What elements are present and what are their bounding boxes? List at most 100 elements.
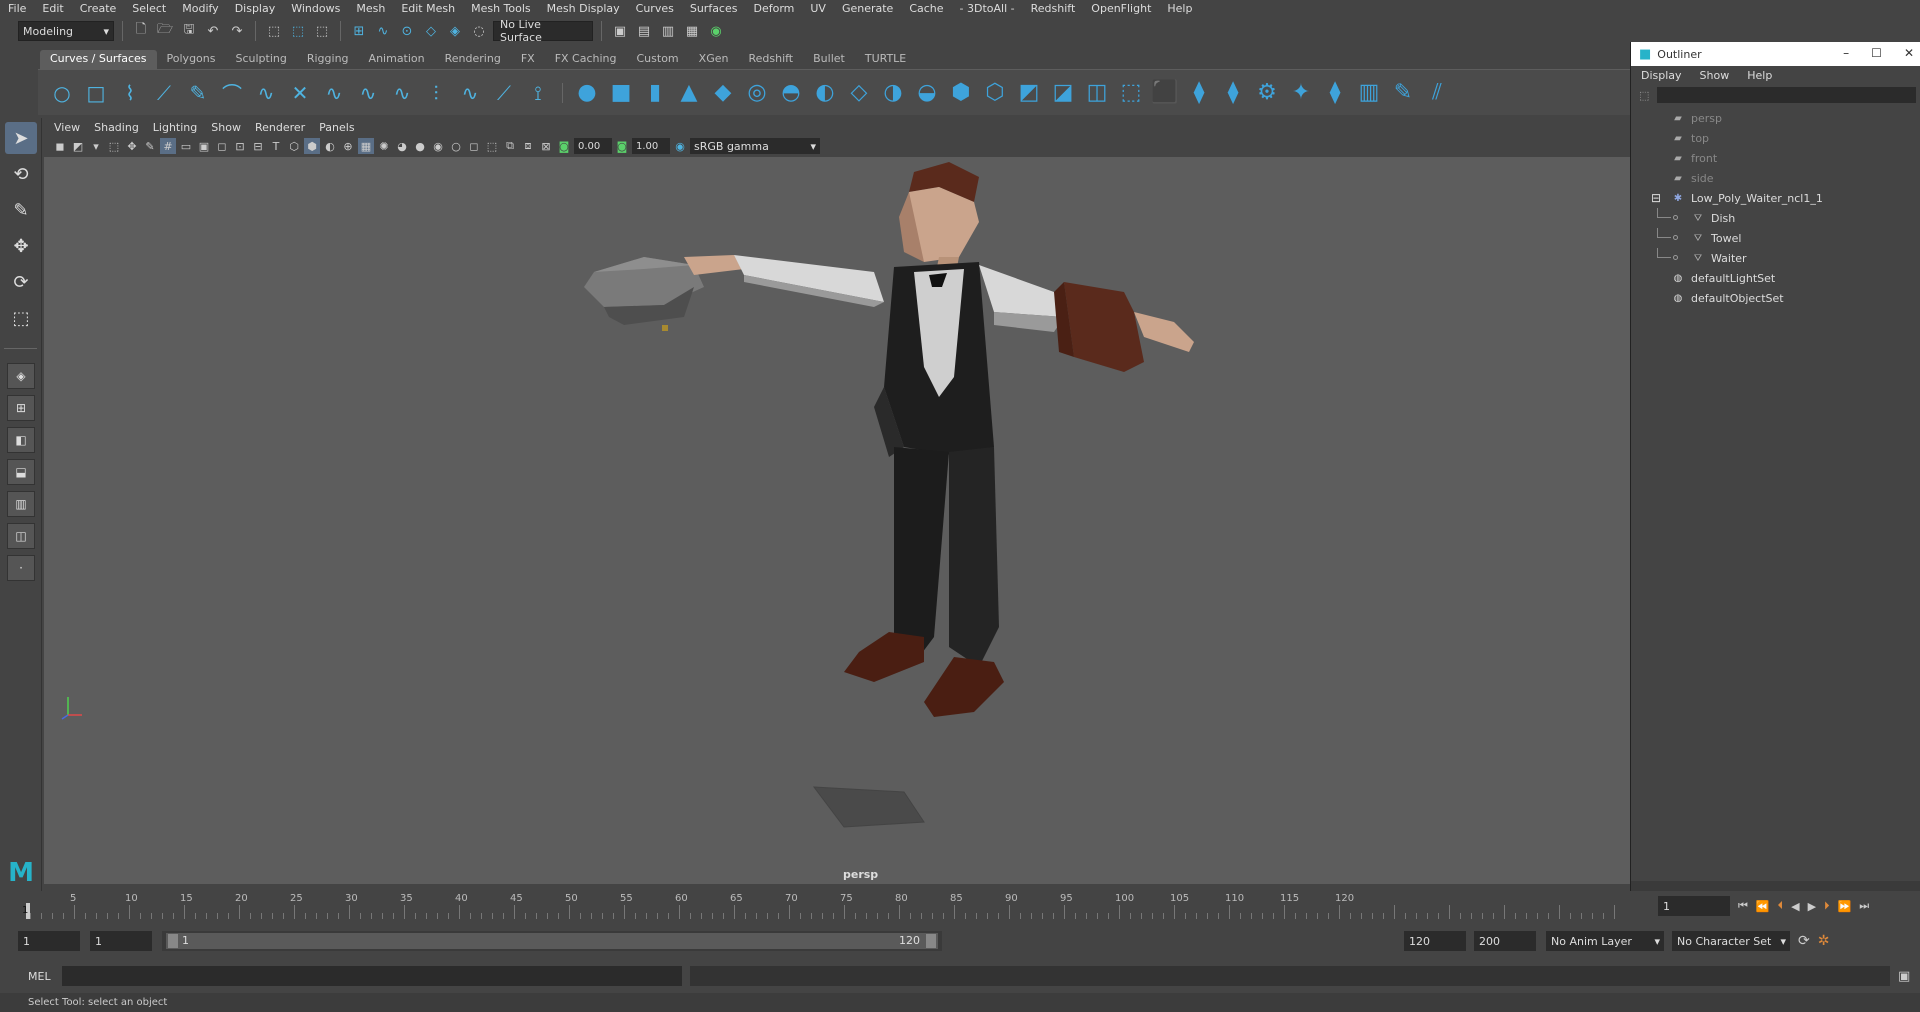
redo-icon[interactable]: ↷ xyxy=(227,21,247,41)
camera-attributes-icon[interactable]: ◩ xyxy=(70,138,86,154)
shelf-tab-bullet[interactable]: Bullet xyxy=(803,50,855,69)
animation-start-field[interactable]: 1 xyxy=(18,931,80,951)
menu-display[interactable]: Display xyxy=(235,2,276,15)
offset-curve-icon[interactable]: ⫶ xyxy=(422,79,450,107)
scale-tool-icon[interactable]: ⬚ xyxy=(5,302,37,334)
render-settings-icon[interactable]: ▣ xyxy=(610,21,630,41)
bezier-curve-icon[interactable]: ∿ xyxy=(252,79,280,107)
outliner-item[interactable]: ⊟ ✱ Low_Poly_Waiter_ncl1_1 xyxy=(1631,188,1920,208)
viewport-menu-show[interactable]: Show xyxy=(211,121,241,134)
outliner-menu-display[interactable]: Display xyxy=(1641,69,1682,82)
step-back-frame-icon[interactable]: ⏴ xyxy=(1778,899,1784,913)
rotate-tool-icon[interactable]: ⟳ xyxy=(5,266,37,298)
shelf-tab-polygons[interactable]: Polygons xyxy=(157,50,226,69)
step-forward-key-icon[interactable]: ⏩ xyxy=(1838,900,1852,913)
new-scene-icon[interactable]: 🗋 xyxy=(131,21,151,41)
nurbs-circle-icon[interactable]: ○ xyxy=(48,79,76,107)
menu-create[interactable]: Create xyxy=(80,2,117,15)
play-forward-icon[interactable]: ▶ xyxy=(1808,900,1816,913)
shelf-tab-xgen[interactable]: XGen xyxy=(689,50,739,69)
menu-openflight[interactable]: OpenFlight xyxy=(1091,2,1151,15)
shelf-tab-turtle[interactable]: TURTLE xyxy=(855,50,916,69)
extend-curve-icon[interactable]: ∿ xyxy=(388,79,416,107)
menu-edit-mesh[interactable]: Edit Mesh xyxy=(401,2,455,15)
outliner-menu-show[interactable]: Show xyxy=(1700,69,1730,82)
torso-mesh[interactable] xyxy=(874,262,994,457)
paint-select-tool-icon[interactable]: ✎ xyxy=(5,194,37,226)
menu-curves[interactable]: Curves xyxy=(636,2,674,15)
insert-knot-icon[interactable]: ∿ xyxy=(354,79,382,107)
bevel-plus-icon[interactable]: ⬢ xyxy=(947,79,975,107)
menu-generate[interactable]: Generate xyxy=(842,2,893,15)
script-language-label[interactable]: MEL xyxy=(28,970,58,983)
character-set-dropdown[interactable]: No Character Set ▾ xyxy=(1672,931,1790,951)
snap-curve-icon[interactable]: ∿ xyxy=(373,21,393,41)
wireframe-on-shaded-icon[interactable]: ⊕ xyxy=(340,138,356,154)
nurbs-torus-icon[interactable]: ◎ xyxy=(743,79,771,107)
outliner-item[interactable]: ⛛ Dish xyxy=(1631,208,1920,228)
menu-3dtoall[interactable]: - 3DtoAll - xyxy=(960,2,1015,15)
safe-action-icon[interactable]: ⊟ xyxy=(250,138,266,154)
select-object-icon[interactable]: ⬚ xyxy=(288,21,308,41)
expand-dot-icon[interactable] xyxy=(1673,215,1678,220)
viewport-menu-lighting[interactable]: Lighting xyxy=(153,121,197,134)
open-close-surface-icon[interactable]: ⚙ xyxy=(1253,79,1281,107)
project-curve-icon[interactable]: ◫ xyxy=(1083,79,1111,107)
attach-curves-icon[interactable]: ✕ xyxy=(286,79,314,107)
towel-mesh[interactable] xyxy=(1054,282,1144,372)
view-transform-dropdown[interactable]: sRGB gamma ▾ xyxy=(690,138,820,154)
select-component-icon[interactable]: ⬚ xyxy=(312,21,332,41)
perspective-viewport[interactable] xyxy=(44,157,1630,884)
select-hierarchy-icon[interactable]: ⬚ xyxy=(264,21,284,41)
ipr-render-icon[interactable]: ▥ xyxy=(658,21,678,41)
go-to-end-icon[interactable]: ⏭ xyxy=(1859,899,1869,913)
menu-mesh-display[interactable]: Mesh Display xyxy=(547,2,620,15)
menu-redshift[interactable]: Redshift xyxy=(1031,2,1076,15)
shelf-tab-rigging[interactable]: Rigging xyxy=(297,50,359,69)
viewport-menu-view[interactable]: View xyxy=(54,121,80,134)
shelf-tab-curves-surfaces[interactable]: Curves / Surfaces xyxy=(40,50,157,69)
persp-outliner-layout-icon[interactable]: ◧ xyxy=(7,427,35,453)
time-slider[interactable]: 1 5 10 15 20 25 30 35 40 45 50 55 60 65 70 75 80 85 90 95 1… xyxy=(0,891,1640,921)
legs-mesh[interactable] xyxy=(894,447,999,667)
rebuild-surface-icon[interactable]: ▥ xyxy=(1355,79,1383,107)
film-gate-icon[interactable]: ▭ xyxy=(178,138,194,154)
animation-end-field[interactable]: 200 xyxy=(1474,931,1536,951)
motion-blur-icon[interactable]: ◉ xyxy=(430,138,446,154)
menu-uv[interactable]: UV xyxy=(810,2,826,15)
menu-select[interactable]: Select xyxy=(132,2,166,15)
script-editor-icon[interactable]: ▣ xyxy=(1898,969,1910,984)
grease-pencil-icon[interactable]: ✎ xyxy=(142,138,158,154)
render-frame-icon[interactable]: ▤ xyxy=(634,21,654,41)
single-perspective-layout-icon[interactable]: ◈ xyxy=(7,363,35,389)
undo-icon[interactable]: ↶ xyxy=(203,21,223,41)
go-to-start-icon[interactable]: ⏮ xyxy=(1738,899,1748,913)
left-arm-mesh[interactable] xyxy=(684,255,884,307)
lasso-tool-icon[interactable]: ⟲ xyxy=(5,158,37,190)
add-points-icon[interactable]: ⟋ xyxy=(490,79,518,107)
viewport-menu-shading[interactable]: Shading xyxy=(94,121,139,134)
range-slider-start-handle[interactable] xyxy=(168,934,178,948)
snap-view-plane-icon[interactable]: ◇ xyxy=(421,21,441,41)
xray-active-icon[interactable]: ⧈ xyxy=(520,138,536,154)
intersect-surfaces-icon[interactable]: ◪ xyxy=(1049,79,1077,107)
nurbs-sphere-icon[interactable]: ● xyxy=(573,79,601,107)
persp-graph-layout-icon[interactable]: ⬓ xyxy=(7,459,35,485)
open-scene-icon[interactable]: 🗁 xyxy=(155,21,175,41)
textured-icon[interactable]: ▦ xyxy=(358,138,374,154)
playback-end-field[interactable]: 120 xyxy=(1404,931,1466,951)
dish-mesh[interactable] xyxy=(584,257,704,331)
wireframe-icon[interactable]: ⬡ xyxy=(286,138,302,154)
outliner-item[interactable]: ▰ persp xyxy=(1631,108,1920,128)
playback-start-field[interactable]: 1 xyxy=(90,931,152,951)
minimize-icon[interactable]: – xyxy=(1843,46,1849,60)
shelf-tab-rendering[interactable]: Rendering xyxy=(435,50,511,69)
outliner-item[interactable]: ▰ side xyxy=(1631,168,1920,188)
nurbs-cylinder-icon[interactable]: ▮ xyxy=(641,79,669,107)
anti-aliasing-icon[interactable]: ○ xyxy=(448,138,464,154)
revolve-icon[interactable]: ◓ xyxy=(777,79,805,107)
menu-file[interactable]: File xyxy=(8,2,26,15)
shelf-tab-animation[interactable]: Animation xyxy=(359,50,435,69)
gamma-icon[interactable]: ◙ xyxy=(614,138,630,154)
cv-curve-icon[interactable]: ⌇ xyxy=(116,79,144,107)
